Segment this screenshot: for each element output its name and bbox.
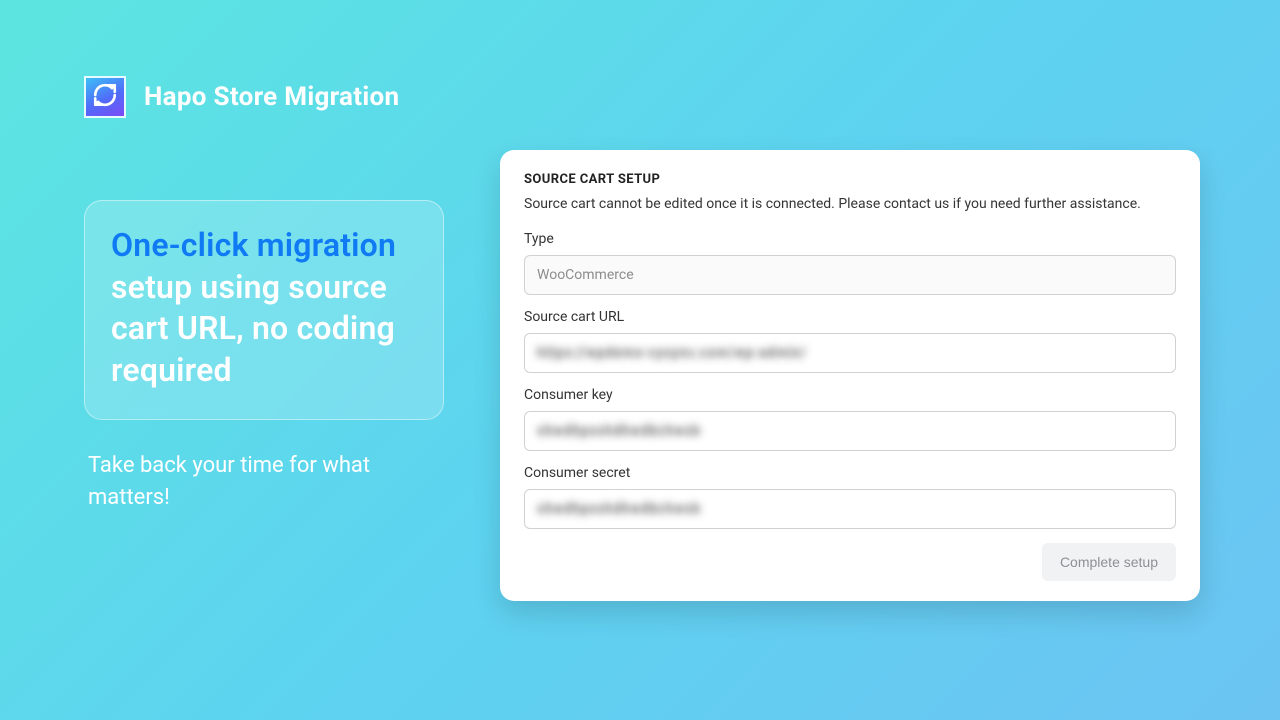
type-label: Type	[524, 231, 1176, 247]
brand-title: Hapo Store Migration	[144, 82, 399, 112]
field-consumer-key: Consumer key shwdhposhdhwdbchwsb	[524, 387, 1176, 451]
form-help-text: Source cart cannot be edited once it is …	[524, 195, 1176, 215]
type-value: WooCommerce	[537, 267, 634, 283]
complete-setup-button[interactable]: Complete setup	[1042, 543, 1176, 581]
form-heading: Source Cart Setup	[524, 172, 1176, 187]
app-logo	[84, 76, 126, 118]
field-consumer-secret: Consumer secret shwdhposhdhwdbchwsb	[524, 465, 1176, 529]
hero-accent-2: migration	[257, 226, 396, 264]
field-source-url: Source cart URL https://wpdemo-cysync.co…	[524, 309, 1176, 373]
tagline: Take back your time for what matters!	[84, 450, 444, 514]
source-cart-setup-card: Source Cart Setup Source cart cannot be …	[500, 150, 1200, 601]
hero-card: One-click migration setup using source c…	[84, 200, 444, 420]
form-actions: Complete setup	[524, 543, 1176, 581]
consumer-secret-label: Consumer secret	[524, 465, 1176, 481]
marketing-column: One-click migration setup using source c…	[84, 200, 444, 514]
consumer-secret-value: shwdhposhdhwdbchwsb	[537, 501, 701, 517]
sync-icon	[92, 82, 118, 112]
brand-row: Hapo Store Migration	[84, 76, 399, 118]
hero-headline: One-click migration setup using source c…	[111, 225, 417, 391]
consumer-key-value: shwdhposhdhwdbchwsb	[537, 423, 701, 439]
consumer-key-input[interactable]: shwdhposhdhwdbchwsb	[524, 411, 1176, 451]
source-url-input[interactable]: https://wpdemo-cysync.com/wp-admin/	[524, 333, 1176, 373]
type-input[interactable]: WooCommerce	[524, 255, 1176, 295]
consumer-key-label: Consumer key	[524, 387, 1176, 403]
hero-rest: setup using source cart URL, no coding r…	[111, 268, 395, 389]
hero-accent-1: One-click	[111, 226, 249, 264]
field-type: Type WooCommerce	[524, 231, 1176, 295]
source-url-label: Source cart URL	[524, 309, 1176, 325]
source-url-value: https://wpdemo-cysync.com/wp-admin/	[537, 345, 806, 361]
consumer-secret-input[interactable]: shwdhposhdhwdbchwsb	[524, 489, 1176, 529]
